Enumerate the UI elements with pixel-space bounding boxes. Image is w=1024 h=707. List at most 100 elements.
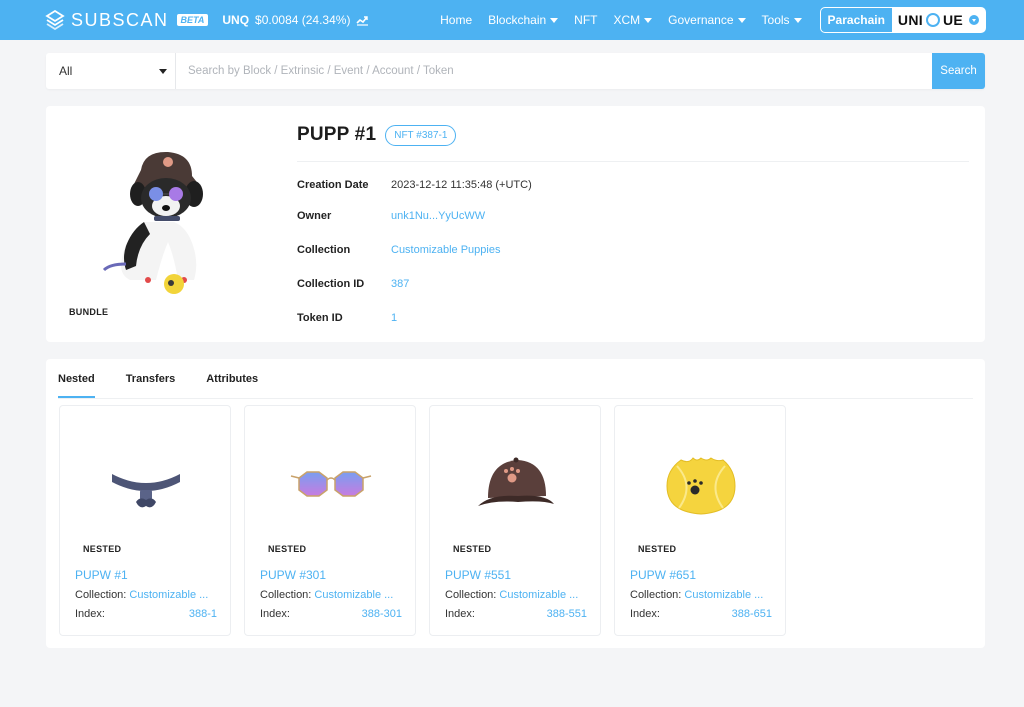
caret-down-icon	[550, 17, 559, 23]
tab-bar: Nested Transfers Attributes	[58, 373, 258, 398]
index-label: Index:	[75, 608, 105, 620]
nft-detail-card: BUNDLE PUPP #1 NFT #387-1 Creation Date …	[46, 106, 985, 342]
nft-type-tag: BUNDLE	[69, 307, 109, 317]
collection-label: Collection:	[75, 589, 127, 601]
caret-down-icon	[159, 68, 167, 74]
tennis-ball-icon	[666, 457, 736, 515]
nested-tag: NESTED	[453, 544, 492, 554]
puppy-nft-image	[102, 151, 203, 294]
price-trend-icon	[356, 15, 369, 26]
nav-label: Tools	[761, 13, 790, 27]
field-label: Token ID	[297, 312, 343, 324]
unique-logo-o-icon	[925, 13, 940, 27]
search-category-select[interactable]: All	[46, 53, 176, 89]
tab-nested[interactable]: Nested	[58, 373, 95, 398]
nested-item-card[interactable]: NESTED PUPW #651 Collection: Customizabl…	[614, 405, 786, 636]
unique-network-logo: UNI UE	[891, 8, 985, 32]
collection-link[interactable]: Customizable ...	[314, 589, 393, 601]
subscan-logo[interactable]: SUBSCAN BETA	[45, 9, 209, 31]
creation-date-row: Creation Date 2023-12-12 11:35:48 (+UTC)	[297, 179, 532, 191]
field-value: 2023-12-12 11:35:48 (+UTC)	[391, 179, 532, 191]
index-link[interactable]: 388-551	[547, 608, 587, 620]
token-price-value: $0.0084 (24.34%)	[255, 13, 351, 27]
nested-item-name[interactable]: PUPW #651	[630, 568, 696, 582]
nested-item-name[interactable]: PUPW #1	[75, 568, 128, 582]
index-link[interactable]: 388-301	[362, 608, 402, 620]
nav-label: Blockchain	[488, 13, 547, 27]
nav-label: XCM	[613, 13, 641, 27]
nav-xcm[interactable]: XCM	[605, 13, 660, 27]
collection-link[interactable]: Customizable ...	[684, 589, 763, 601]
nested-tag: NESTED	[268, 544, 307, 554]
divider	[297, 161, 969, 162]
collar-icon	[112, 474, 180, 508]
nft-title-row: PUPP #1 NFT #387-1	[297, 124, 457, 146]
token-price: UNQ $0.0084 (24.34%)	[222, 13, 369, 27]
page-title: PUPP #1	[297, 124, 377, 145]
sunglasses-icon	[290, 471, 372, 497]
logo-text: SUBSCAN	[71, 9, 169, 30]
top-navbar: SUBSCAN BETA UNQ $0.0084 (24.34%) Home B…	[0, 0, 1024, 40]
collection-label: Collection:	[445, 589, 497, 601]
token-id-link[interactable]: 1	[391, 312, 397, 324]
collection-link[interactable]: Customizable ...	[129, 589, 208, 601]
nested-tag: NESTED	[638, 544, 677, 554]
nav-menu: Home Blockchain NFT XCM Governance Tools…	[432, 7, 986, 33]
collection-link[interactable]: Customizable ...	[499, 589, 578, 601]
index-label: Index:	[445, 608, 475, 620]
divider	[58, 398, 973, 399]
nested-item-collection: Collection: Customizable ...	[445, 589, 591, 601]
collection-id-row: Collection ID 387	[297, 278, 409, 290]
nft-id-badge: NFT #387-1	[385, 124, 457, 146]
tab-transfers[interactable]: Transfers	[126, 373, 176, 398]
parachain-label: Parachain	[820, 8, 892, 32]
collection-link[interactable]: Customizable Puppies	[391, 244, 500, 256]
unique-logo-text: UNI	[897, 12, 923, 28]
collection-label: Collection:	[630, 589, 682, 601]
search-input[interactable]	[176, 53, 932, 89]
nested-item-collection: Collection: Customizable ...	[260, 589, 406, 601]
token-id-row: Token ID 1	[297, 312, 397, 324]
nested-item-card[interactable]: NESTED PUPW #551 Collection: Customizabl…	[429, 405, 601, 636]
nested-item-index: Index: 388-1	[75, 608, 217, 620]
field-label: Owner	[297, 210, 332, 222]
caret-down-icon	[737, 17, 746, 23]
field-label: Collection ID	[297, 278, 365, 290]
nested-item-name[interactable]: PUPW #551	[445, 568, 511, 582]
nav-home[interactable]: Home	[432, 13, 480, 27]
collection-row: Collection Customizable Puppies	[297, 244, 500, 256]
nested-item-card[interactable]: NESTED PUPW #1 Collection: Customizable …	[59, 405, 231, 636]
nav-nft[interactable]: NFT	[566, 13, 605, 27]
nav-tools[interactable]: Tools	[754, 13, 810, 27]
search-bar: All Search	[46, 53, 985, 89]
nav-governance[interactable]: Governance	[660, 13, 753, 27]
tab-attributes[interactable]: Attributes	[206, 373, 258, 398]
network-dropdown-icon	[969, 15, 979, 25]
nav-label: Home	[440, 13, 473, 27]
collection-id-link[interactable]: 387	[391, 278, 409, 290]
network-switcher[interactable]: Parachain UNI UE	[819, 7, 986, 33]
index-link[interactable]: 388-651	[732, 608, 772, 620]
nested-item-index: Index: 388-651	[630, 608, 772, 620]
nested-item-collection: Collection: Customizable ...	[630, 589, 776, 601]
field-label: Collection	[297, 244, 351, 256]
index-label: Index:	[260, 608, 290, 620]
index-label: Index:	[630, 608, 660, 620]
nested-item-index: Index: 388-551	[445, 608, 587, 620]
nested-item-index: Index: 388-301	[260, 608, 402, 620]
nested-item-card[interactable]: NESTED PUPW #301 Collection: Customizabl…	[244, 405, 416, 636]
nav-blockchain[interactable]: Blockchain	[480, 13, 566, 27]
nav-label: Governance	[668, 13, 734, 27]
search-button[interactable]: Search	[932, 53, 985, 89]
nav-label: NFT	[574, 13, 598, 27]
field-label: Creation Date	[297, 179, 369, 191]
owner-row: Owner unk1Nu...YyUcWW	[297, 210, 485, 222]
index-link[interactable]: 388-1	[189, 608, 217, 620]
token-symbol: UNQ	[222, 13, 250, 27]
unique-logo-text-end: UE	[942, 12, 963, 28]
caret-down-icon	[793, 17, 802, 23]
nested-item-collection: Collection: Customizable ...	[75, 589, 221, 601]
owner-link[interactable]: unk1Nu...YyUcWW	[391, 210, 485, 222]
collection-label: Collection:	[260, 589, 312, 601]
nested-item-name[interactable]: PUPW #301	[260, 568, 326, 582]
